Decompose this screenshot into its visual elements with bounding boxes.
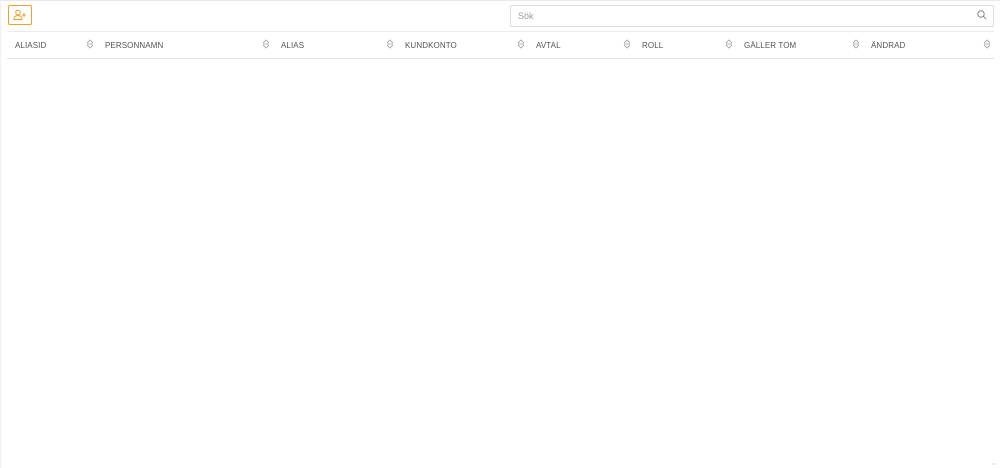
table-header: ALIASID PERSONNAMN ALIAS KUNDKONTO AVTAL… <box>7 31 994 59</box>
sort-icon[interactable] <box>852 39 860 49</box>
column-label: ALIASID <box>15 40 47 50</box>
column-header-kundkonto[interactable]: KUNDKONTO <box>397 32 528 58</box>
sort-icon[interactable] <box>725 39 733 49</box>
search-input[interactable] <box>511 6 971 26</box>
add-user-button[interactable] <box>8 5 32 25</box>
sort-icon[interactable] <box>262 39 270 49</box>
sort-icon[interactable] <box>86 39 94 49</box>
column-label: PERSONNAMN <box>105 40 164 50</box>
column-label: ÄNDRAD <box>871 40 906 50</box>
sort-icon[interactable] <box>517 39 525 49</box>
column-label: GÄLLER TOM <box>744 40 797 50</box>
column-header-andrad[interactable]: ÄNDRAD <box>863 32 994 58</box>
search-box <box>510 5 994 27</box>
search-button[interactable] <box>971 6 993 26</box>
column-header-aliasid[interactable]: ALIASID <box>7 32 97 58</box>
column-label: ROLL <box>642 40 664 50</box>
column-header-galler-tom[interactable]: GÄLLER TOM <box>736 32 863 58</box>
sort-icon[interactable] <box>983 39 991 49</box>
column-header-personnamn[interactable]: PERSONNAMN <box>97 32 273 58</box>
resize-grip-icon[interactable] <box>991 459 997 465</box>
column-label: ALIAS <box>281 40 305 50</box>
column-label: KUNDKONTO <box>405 40 457 50</box>
alias-list-page: ALIASID PERSONNAMN ALIAS KUND <box>0 0 1000 468</box>
add-user-icon <box>13 9 27 21</box>
column-header-avtal[interactable]: AVTAL <box>528 32 634 58</box>
table-body <box>7 59 994 459</box>
column-header-alias[interactable]: ALIAS <box>273 32 397 58</box>
left-divider <box>0 0 1 468</box>
column-label: AVTAL <box>536 40 561 50</box>
sort-icon[interactable] <box>623 39 631 49</box>
search-icon <box>977 7 987 25</box>
column-header-roll[interactable]: ROLL <box>634 32 736 58</box>
toolbar <box>0 0 1000 30</box>
sort-icon[interactable] <box>386 39 394 49</box>
